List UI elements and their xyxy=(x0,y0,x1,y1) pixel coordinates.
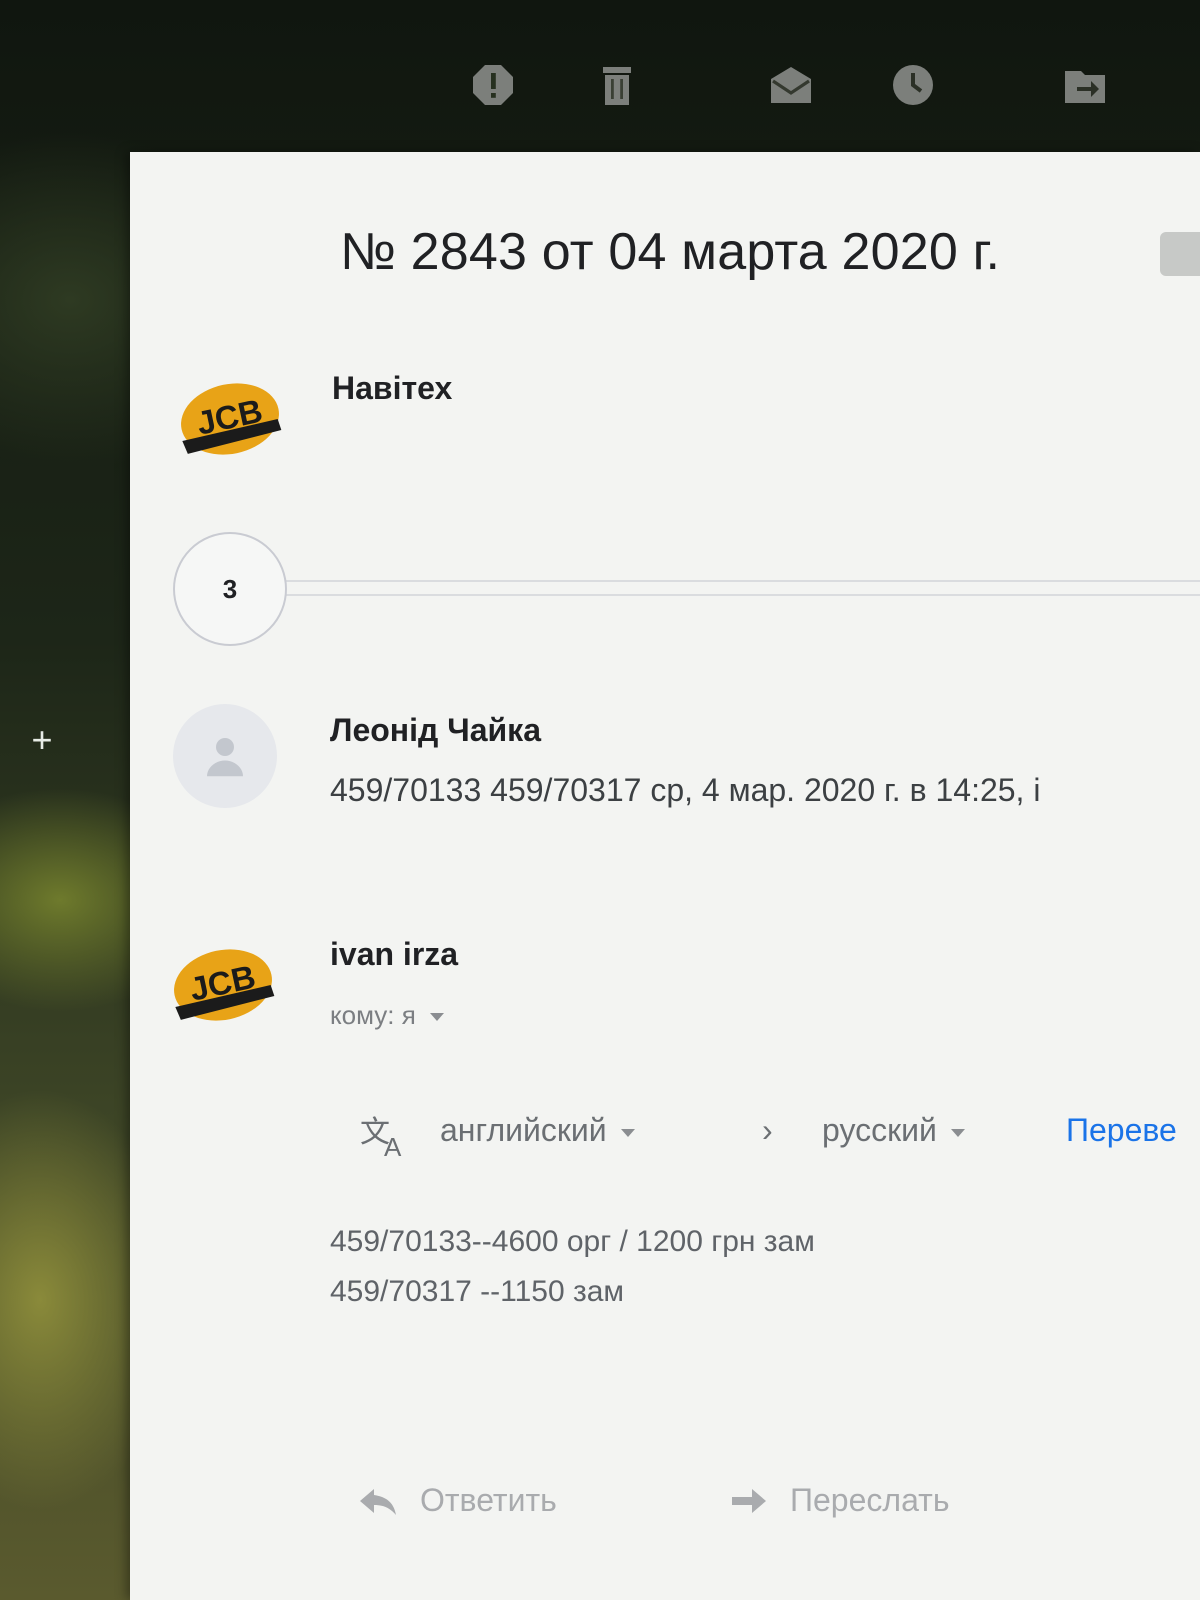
sender-name[interactable]: Леонід Чайка xyxy=(330,712,541,749)
recipients-dropdown[interactable]: кому: я xyxy=(330,1000,444,1031)
source-language-label: английский xyxy=(440,1112,607,1148)
forward-label: Переслать xyxy=(790,1482,950,1518)
target-language-select[interactable]: русский xyxy=(822,1112,965,1149)
add-icon[interactable]: + xyxy=(24,722,60,758)
target-language-label: русский xyxy=(822,1112,937,1148)
avatar-jcb-logo[interactable]: JCB xyxy=(175,364,285,474)
translate-icon: 文 A xyxy=(358,1112,410,1166)
body-line: 459/70317 --1150 зам xyxy=(330,1275,625,1308)
move-to-icon[interactable] xyxy=(1058,58,1112,112)
chevron-down-icon xyxy=(950,1128,965,1137)
source-language-select[interactable]: английский xyxy=(440,1112,635,1149)
message-toolbar xyxy=(0,0,1200,150)
mark-unread-icon[interactable] xyxy=(764,58,818,112)
forward-button[interactable]: Переслать xyxy=(728,1482,949,1519)
recipients-label: кому: я xyxy=(330,1000,416,1030)
svg-text:A: A xyxy=(384,1132,402,1158)
message-snippet[interactable]: 459/70133 459/70317 ср, 4 мар. 2020 г. в… xyxy=(330,772,1040,809)
sender-name[interactable]: ivan irza xyxy=(330,936,458,973)
default-avatar[interactable] xyxy=(173,704,277,808)
report-spam-icon[interactable] xyxy=(466,58,520,112)
person-icon xyxy=(207,738,243,777)
translate-message-link[interactable]: Переве xyxy=(1066,1112,1177,1149)
chevron-right-icon: › xyxy=(762,1112,773,1148)
chevron-down-icon xyxy=(620,1128,635,1137)
thread-subject: № 2843 от 04 марта 2020 г. xyxy=(340,223,1001,281)
chevron-down-icon xyxy=(429,1013,444,1022)
subject-label-tag[interactable] xyxy=(1160,232,1200,276)
forward-icon xyxy=(732,1488,766,1513)
reply-icon xyxy=(360,1488,396,1515)
collapsed-divider xyxy=(283,580,1200,582)
delete-icon[interactable] xyxy=(590,58,644,112)
sender-name[interactable]: Навітех xyxy=(332,370,452,407)
message-body: 459/70133--4600 орг / 1200 грн зам 459/7… xyxy=(330,1217,815,1317)
collapsed-messages-count[interactable]: 3 xyxy=(173,532,287,646)
reply-button[interactable]: Ответить xyxy=(358,1482,557,1519)
email-thread-panel: № 2843 от 04 марта 2020 г. JCB Навітех 3… xyxy=(130,152,1200,1600)
collapsed-divider xyxy=(283,594,1200,596)
reply-label: Ответить xyxy=(420,1482,557,1518)
avatar-jcb-logo[interactable]: JCB xyxy=(168,930,278,1040)
body-line: 459/70133--4600 орг / 1200 грн зам xyxy=(330,1225,815,1258)
snooze-icon[interactable] xyxy=(886,58,940,112)
